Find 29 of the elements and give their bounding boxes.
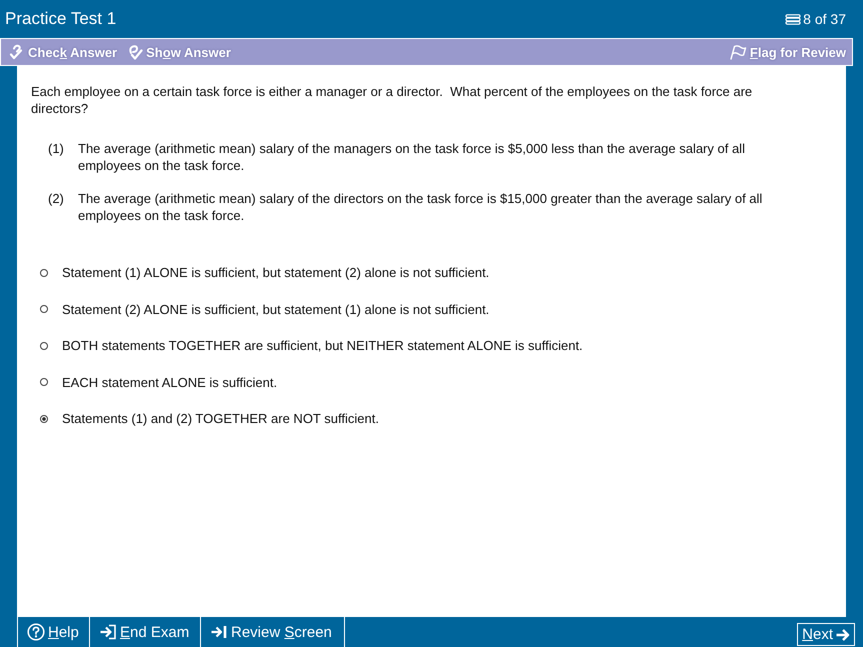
window-title: Practice Test 1	[5, 9, 116, 29]
question-text: Each employee on a certain task force is either a manager or a director. What percent of the employees on the task force are directors?	[31, 83, 754, 117]
answer-choice-text: Statements (1) and (2) TOGETHER are NOT sufficient.	[62, 410, 379, 427]
statement-number: (2)	[48, 190, 65, 208]
help-button[interactable]: Help	[17, 617, 89, 647]
loop-check-icon	[127, 44, 144, 60]
flag-icon	[728, 44, 747, 60]
statement-text: The average (arithmetic mean) salary of the directors on the task force is $15,000 greater than the average salary of all employees on the task force.	[78, 190, 764, 224]
radio-button[interactable]	[40, 305, 48, 313]
question-counter: 8 of 37	[803, 11, 846, 27]
stacked-pages-icon	[785, 14, 802, 24]
question-check-icon	[9, 44, 25, 60]
answer-choice-text: EACH statement ALONE is sufficient.	[62, 374, 278, 390]
radio-button[interactable]	[40, 342, 48, 350]
answer-choice-text: Statement (1) ALONE is sufficient, but statement (2) alone is not sufficient.	[62, 264, 490, 281]
answer-choice-text: BOTH statements TOGETHER are sufficient, but NEITHER statement ALONE is sufficient.	[62, 337, 583, 354]
arrow-to-bar-icon	[210, 624, 228, 640]
end-exam-button[interactable]: End Exam	[89, 617, 200, 647]
right-arrow-icon	[835, 626, 851, 642]
statement-text: The average (arithmetic mean) salary of the managers on the task force is $5,000 less than the average salary of all employees on the task force.	[78, 140, 746, 174]
radio-button[interactable]	[40, 268, 48, 276]
answer-choice-text: Statement (2) ALONE is sufficient, but statement (1) alone is not sufficient.	[62, 300, 490, 318]
radio-button[interactable]	[40, 378, 48, 386]
statement-number: (1)	[48, 140, 65, 158]
review-screen-button[interactable]: Review Screen	[200, 617, 345, 647]
arrow-into-box-icon	[99, 624, 117, 640]
next-button[interactable]: Next	[797, 623, 855, 646]
radio-button[interactable]	[40, 414, 48, 422]
help-icon	[27, 623, 45, 641]
